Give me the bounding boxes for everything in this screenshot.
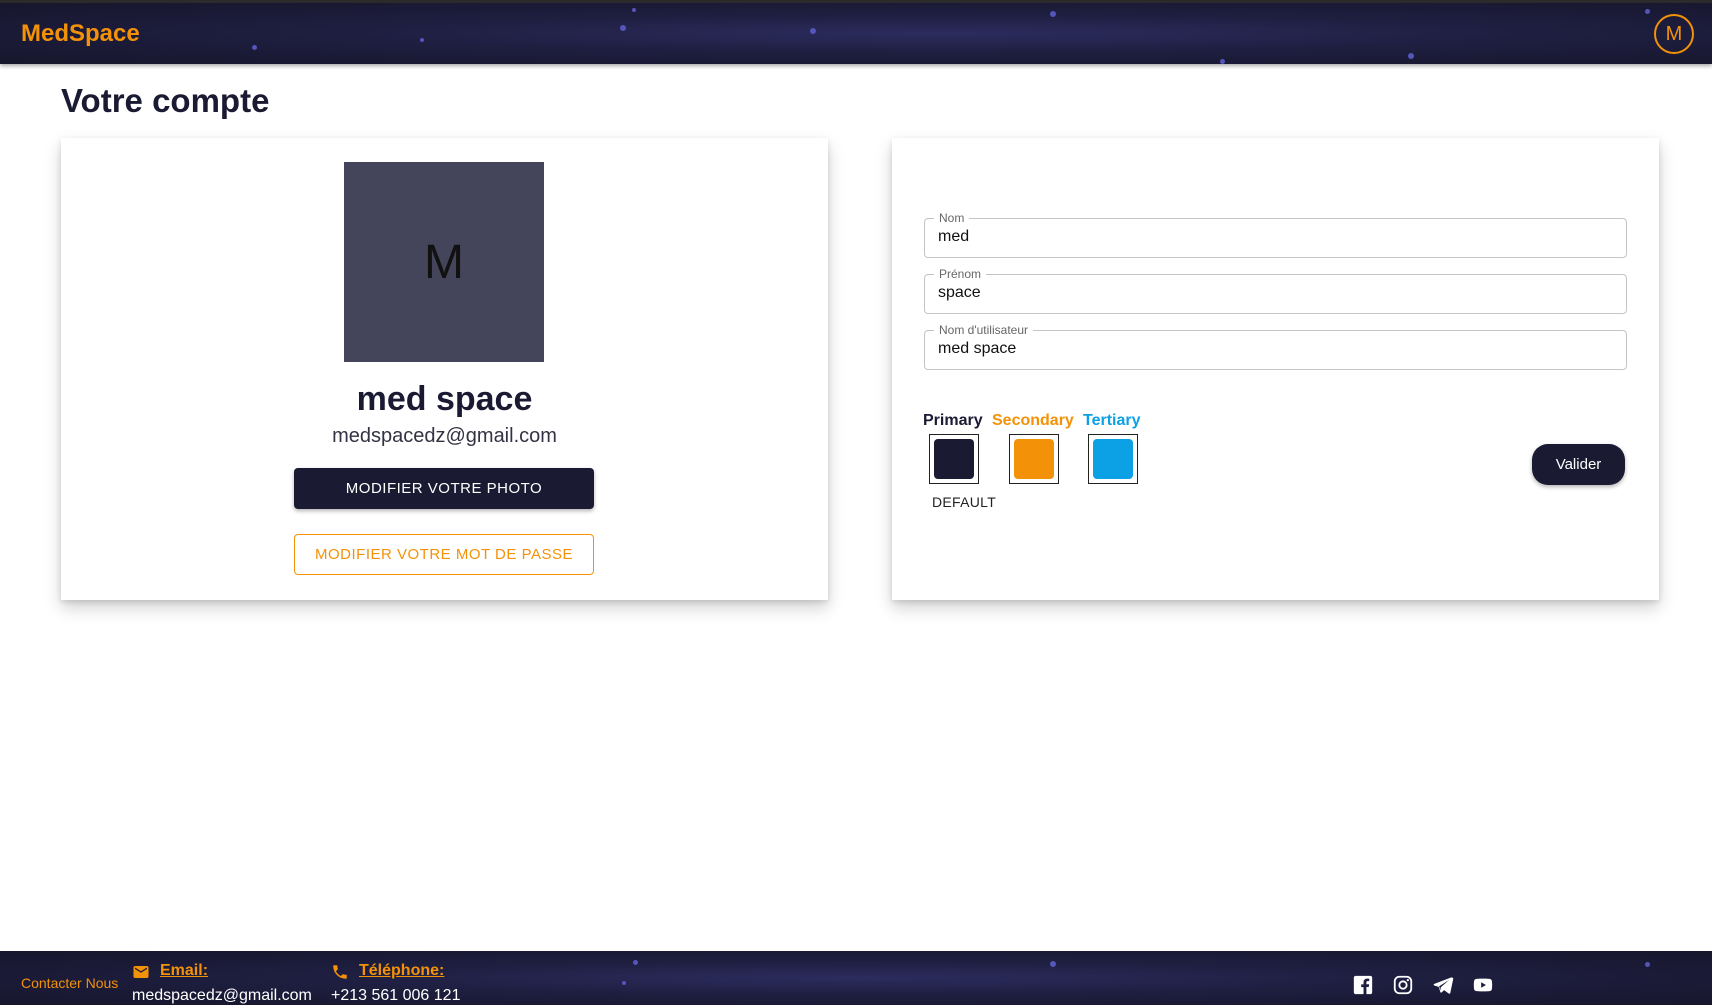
instagram-icon[interactable] <box>1392 974 1414 996</box>
nom-field[interactable]: Nom <box>924 211 1627 258</box>
profile-email: medspacedz@gmail.com <box>332 425 557 447</box>
top-app-bar: MedSpace M <box>0 0 1712 64</box>
star-decoration <box>1408 53 1414 59</box>
tertiary-color-fill <box>1093 439 1133 479</box>
contact-us-label: Contacter Nous <box>21 975 119 991</box>
account-avatar-button[interactable]: M <box>1654 14 1694 54</box>
tertiary-color-label: Tertiary <box>1083 412 1141 429</box>
default-colors-button[interactable]: DEFAULT <box>932 494 996 510</box>
tertiary-color-swatch[interactable] <box>1088 434 1138 484</box>
username-field[interactable]: Nom d'utilisateur <box>924 323 1627 370</box>
star-decoration <box>633 960 638 965</box>
star-decoration <box>420 38 424 42</box>
secondary-color-label: Secondary <box>992 412 1074 429</box>
primary-color-fill <box>934 439 974 479</box>
star-decoration <box>1645 9 1650 14</box>
phone-value[interactable]: +213 561 006 121 <box>331 987 460 1005</box>
profile-name: med space <box>356 380 533 418</box>
secondary-color-fill <box>1014 439 1054 479</box>
star-decoration <box>632 8 636 12</box>
username-input[interactable] <box>938 340 1608 358</box>
submit-button[interactable]: Valider <box>1532 444 1625 485</box>
email-label: Email: <box>160 962 209 979</box>
phone-label: Téléphone: <box>359 962 445 979</box>
page-title: Votre compte <box>61 82 270 119</box>
change-password-button[interactable]: MODIFIER VOTRE MOT DE PASSE <box>294 534 594 575</box>
prenom-input[interactable] <box>938 284 1608 302</box>
secondary-color-swatch[interactable] <box>1009 434 1059 484</box>
star-decoration <box>622 981 626 985</box>
star-decoration <box>1645 962 1650 967</box>
username-label: Nom d'utilisateur <box>934 323 1033 337</box>
primary-color-swatch[interactable] <box>929 434 979 484</box>
star-decoration <box>810 28 816 34</box>
star-decoration <box>1050 11 1056 17</box>
star-decoration <box>252 45 257 50</box>
brand-logo-text[interactable]: MedSpace <box>21 20 140 48</box>
star-decoration <box>1050 961 1056 967</box>
prenom-field[interactable]: Prénom <box>924 267 1627 314</box>
facebook-icon[interactable] <box>1352 974 1374 996</box>
prenom-label: Prénom <box>934 267 987 281</box>
profile-avatar: M <box>344 162 544 362</box>
phone-icon <box>333 965 347 979</box>
email-icon <box>133 966 149 978</box>
settings-card: Nom Prénom Nom d'utilisateur Primary Sec… <box>892 138 1659 600</box>
nom-label: Nom <box>934 211 970 225</box>
star-decoration <box>1220 59 1225 64</box>
youtube-icon[interactable] <box>1472 974 1494 996</box>
primary-color-label: Primary <box>923 412 983 429</box>
telegram-icon[interactable] <box>1432 974 1454 996</box>
nom-input[interactable] <box>938 228 1608 246</box>
email-value[interactable]: medspacedz@gmail.com <box>132 987 312 1005</box>
star-decoration <box>620 25 626 31</box>
profile-card: M med space medspacedz@gmail.com MODIFIE… <box>61 138 828 600</box>
footer: Contacter Nous Email: medspacedz@gmail.c… <box>0 951 1712 1005</box>
change-photo-button[interactable]: MODIFIER VOTRE PHOTO <box>294 468 594 509</box>
